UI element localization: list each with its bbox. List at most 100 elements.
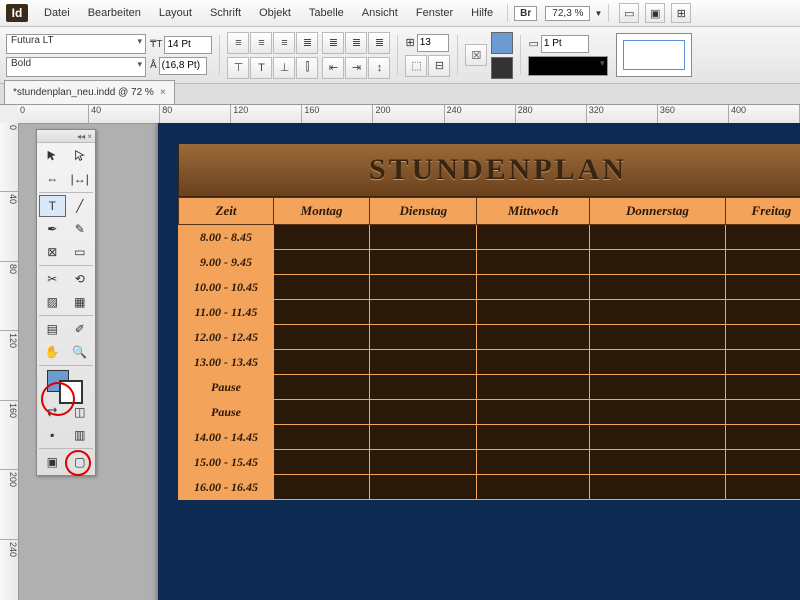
space-icon[interactable]: ↕ bbox=[368, 57, 390, 79]
chevron-down-icon[interactable]: ▼ bbox=[594, 9, 602, 18]
col-donnerstag[interactable]: Donnerstag bbox=[589, 198, 725, 225]
cell[interactable] bbox=[274, 450, 370, 475]
eyedropper-tool-icon[interactable]: ✐ bbox=[67, 318, 94, 340]
panel-header[interactable]: ◂◂ × bbox=[37, 130, 95, 143]
default-fill-stroke-icon[interactable]: ◫ bbox=[67, 401, 94, 423]
gap-tool-icon[interactable]: |↔| bbox=[67, 168, 94, 190]
cell[interactable] bbox=[477, 375, 590, 400]
cell[interactable] bbox=[725, 325, 800, 350]
indent-right-icon[interactable]: ⇥ bbox=[345, 57, 367, 79]
menu-objekt[interactable]: Objekt bbox=[251, 4, 299, 22]
cell[interactable] bbox=[370, 425, 477, 450]
cell[interactable] bbox=[725, 450, 800, 475]
cell[interactable] bbox=[589, 475, 725, 500]
cell[interactable] bbox=[589, 275, 725, 300]
fill-swatch[interactable] bbox=[491, 32, 513, 54]
pen-tool-icon[interactable]: ✒ bbox=[39, 218, 66, 240]
col-mittwoch[interactable]: Mittwoch bbox=[477, 198, 590, 225]
arrange-icon[interactable]: ⊞ bbox=[671, 3, 691, 23]
screen-mode-icon[interactable]: ▣ bbox=[645, 3, 665, 23]
merge-cells-icon[interactable]: ⬚ bbox=[405, 55, 427, 77]
cell[interactable] bbox=[725, 375, 800, 400]
time-cell[interactable]: 15.00 - 15.45 bbox=[179, 450, 274, 475]
close-icon[interactable]: × bbox=[160, 87, 166, 98]
cell[interactable] bbox=[274, 300, 370, 325]
menu-datei[interactable]: Datei bbox=[36, 4, 78, 22]
fill-stroke-proxy[interactable] bbox=[39, 368, 93, 400]
schedule-table[interactable]: Zeit Montag Dienstag Mittwoch Donnerstag… bbox=[178, 197, 800, 500]
align-bottom-icon[interactable]: ⊥ bbox=[273, 57, 295, 79]
time-cell[interactable]: 9.00 - 9.45 bbox=[179, 250, 274, 275]
cell[interactable] bbox=[477, 425, 590, 450]
menu-schrift[interactable]: Schrift bbox=[202, 4, 249, 22]
time-cell[interactable]: Pause bbox=[179, 400, 274, 425]
time-cell[interactable]: 8.00 - 8.45 bbox=[179, 225, 274, 250]
cell[interactable] bbox=[477, 475, 590, 500]
gradient-feather-tool-icon[interactable]: ▦ bbox=[67, 291, 94, 313]
align-right-icon[interactable]: ≡ bbox=[273, 32, 295, 54]
cell[interactable] bbox=[725, 300, 800, 325]
justify-all-icon[interactable]: ≣ bbox=[368, 32, 390, 54]
cell[interactable] bbox=[370, 450, 477, 475]
cell[interactable] bbox=[477, 450, 590, 475]
no-fill-icon[interactable]: ☒ bbox=[465, 44, 487, 66]
cell[interactable] bbox=[370, 400, 477, 425]
cell[interactable] bbox=[274, 350, 370, 375]
col-dienstag[interactable]: Dienstag bbox=[370, 198, 477, 225]
stroke-style-select[interactable] bbox=[528, 56, 608, 76]
stroke-weight-input[interactable] bbox=[541, 35, 589, 53]
time-cell[interactable]: 11.00 - 11.45 bbox=[179, 300, 274, 325]
menu-bearbeiten[interactable]: Bearbeiten bbox=[80, 4, 149, 22]
align-middle-icon[interactable]: T bbox=[250, 57, 272, 79]
cell[interactable] bbox=[477, 325, 590, 350]
cell[interactable] bbox=[274, 325, 370, 350]
col-freitag[interactable]: Freitag bbox=[725, 198, 800, 225]
line-tool-icon[interactable]: ╱ bbox=[67, 195, 94, 217]
scissors-tool-icon[interactable]: ✂ bbox=[39, 268, 66, 290]
menu-ansicht[interactable]: Ansicht bbox=[354, 4, 406, 22]
columns-input[interactable] bbox=[417, 34, 449, 52]
cell[interactable] bbox=[589, 325, 725, 350]
type-tool-icon[interactable]: T bbox=[39, 195, 66, 217]
selection-tool-icon[interactable] bbox=[39, 145, 66, 167]
cell[interactable] bbox=[477, 275, 590, 300]
justify-last-left-icon[interactable]: ≣ bbox=[322, 32, 344, 54]
tools-panel[interactable]: ◂◂ × ⇔ |↔| T ╱ ✒ ✎ ⊠ ▭ ✂ ⟲ ▨ ▦ ▤ ✐ bbox=[36, 129, 96, 476]
col-montag[interactable]: Montag bbox=[274, 198, 370, 225]
apply-color-icon[interactable]: ▪ bbox=[39, 424, 66, 446]
time-cell[interactable]: 14.00 - 14.45 bbox=[179, 425, 274, 450]
cell[interactable] bbox=[725, 350, 800, 375]
leading-input[interactable] bbox=[159, 57, 207, 75]
hand-tool-icon[interactable]: ✋ bbox=[39, 341, 66, 363]
page-tool-icon[interactable]: ⇔ bbox=[39, 168, 66, 190]
cell[interactable] bbox=[725, 225, 800, 250]
cell[interactable] bbox=[725, 425, 800, 450]
cell[interactable] bbox=[274, 250, 370, 275]
justify-last-center-icon[interactable]: ≣ bbox=[345, 32, 367, 54]
indent-left-icon[interactable]: ⇤ bbox=[322, 57, 344, 79]
align-left-icon[interactable]: ≡ bbox=[227, 32, 249, 54]
col-zeit[interactable]: Zeit bbox=[179, 198, 274, 225]
rectangle-tool-icon[interactable]: ▭ bbox=[67, 241, 94, 263]
cell[interactable] bbox=[589, 225, 725, 250]
align-top-icon[interactable]: ⊤ bbox=[227, 57, 249, 79]
cell[interactable] bbox=[370, 300, 477, 325]
zoom-tool-icon[interactable]: 🔍 bbox=[67, 341, 94, 363]
font-style-select[interactable]: Bold bbox=[6, 57, 146, 77]
cell[interactable] bbox=[370, 375, 477, 400]
cell[interactable] bbox=[725, 275, 800, 300]
font-family-select[interactable]: Futura LT bbox=[6, 34, 146, 54]
bridge-button[interactable]: Br bbox=[514, 6, 537, 21]
cell[interactable] bbox=[477, 250, 590, 275]
stroke-swatch[interactable] bbox=[491, 57, 513, 79]
pencil-tool-icon[interactable]: ✎ bbox=[67, 218, 94, 240]
document-page[interactable]: STUNDENPLAN Zeit Montag Dienstag Mittwoc… bbox=[158, 123, 800, 600]
split-cells-icon[interactable]: ⊟ bbox=[428, 55, 450, 77]
cell[interactable] bbox=[274, 275, 370, 300]
cell[interactable] bbox=[370, 325, 477, 350]
cell[interactable] bbox=[274, 375, 370, 400]
cell[interactable] bbox=[589, 400, 725, 425]
menu-tabelle[interactable]: Tabelle bbox=[301, 4, 352, 22]
cell[interactable] bbox=[370, 350, 477, 375]
preview-view-icon[interactable]: ▢ bbox=[67, 451, 94, 473]
